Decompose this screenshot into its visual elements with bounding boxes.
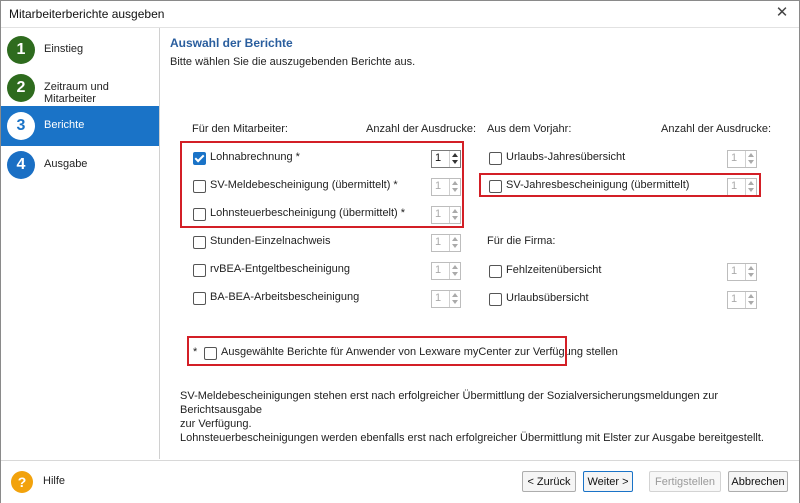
previous-year-count-heading: Anzahl der Ausdrucke: [661,123,772,135]
report-label: Urlaubsübersicht [506,292,589,304]
report-label: Stunden-Einzelnachweis [210,235,331,247]
step-zeitraum[interactable]: 2 Zeitraum und Mitarbeiter [1,68,159,108]
note-line: zur Verfügung. [180,418,252,430]
step-berichte[interactable]: 3 Berichte [1,106,159,146]
employee-count-heading: Anzahl der Ausdrucke: [366,123,477,135]
arrow-up-icon[interactable] [452,265,458,269]
step-number-badge: 3 [7,112,35,140]
ba-bea-count-stepper[interactable]: 1 [431,290,461,308]
main-content: Auswahl der Berichte Bitte wählen Sie di… [160,28,799,459]
finish-button[interactable]: Fertigstellen [649,471,721,492]
stepper-value: 1 [435,292,442,304]
report-label: rvBEA-Entgeltbescheinigung [210,263,351,275]
title-bar: Mitarbeiterberichte ausgeben ✕ [1,1,799,28]
report-fehlzeitenuebersicht[interactable]: Fehlzeitenübersicht [489,262,719,282]
report-label: BA-BEA-Arbeitsbescheinigung [210,291,360,303]
fehlzeitenuebersicht-checkbox[interactable] [489,265,502,278]
arrow-down-icon[interactable] [452,244,458,248]
stepper-value: 1 [731,152,738,164]
arrow-down-icon[interactable] [748,301,754,305]
urlaubs-jahresuebersicht-count-stepper[interactable]: 1 [727,150,757,168]
step-label: Zeitraum und Mitarbeiter [44,81,109,105]
close-icon[interactable]: ✕ [773,4,791,22]
page-subtitle: Bitte wählen Sie die auszugebenden Beric… [170,56,416,68]
stepper-value: 1 [731,293,738,305]
arrow-up-icon[interactable] [452,237,458,241]
previous-year-heading: Aus dem Vorjahr: [487,123,572,135]
arrow-down-icon[interactable] [748,160,754,164]
ba-bea-checkbox[interactable] [193,292,206,305]
info-notes: SV-Meldebescheinigungen stehen erst nach… [180,389,780,445]
step-label: Einstieg [44,43,84,55]
report-label: Fehlzeitenübersicht [506,264,602,276]
firm-section-heading: Für die Firma: [487,235,556,247]
fehlzeitenuebersicht-count-stepper[interactable]: 1 [727,263,757,281]
step-label: Berichte [44,119,85,131]
urlaubsuebersicht-count-stepper[interactable]: 1 [727,291,757,309]
dialog-window: Mitarbeiterberichte ausgeben ✕ 1 Einstie… [0,0,800,503]
highlight-frame-mycenter [187,336,567,366]
cancel-button[interactable]: Abbrechen [728,471,788,492]
help-icon[interactable]: ? [11,471,33,493]
stepper-value: 1 [435,264,442,276]
arrow-up-icon[interactable] [748,266,754,270]
wizard-steps: 1 Einstieg 2 Zeitraum und Mitarbeiter 3 … [1,28,160,459]
report-rvbea[interactable]: rvBEA-Entgeltbescheinigung [193,261,433,281]
report-label: Urlaubs-Jahresübersicht [506,151,626,163]
employee-section-heading: Für den Mitarbeiter: [192,123,288,135]
page-header: Auswahl der Berichte Bitte wählen Sie di… [160,28,799,76]
stunden-einzelnachweis-count-stepper[interactable]: 1 [431,234,461,252]
dialog-footer: ? Hilfe < Zurück Weiter > Fertigstellen … [1,460,799,503]
step-number-badge: 4 [7,151,35,179]
rvbea-checkbox[interactable] [193,264,206,277]
step-ausgabe[interactable]: 4 Ausgabe [1,145,159,185]
arrow-down-icon[interactable] [748,273,754,277]
step-number-badge: 2 [7,74,35,102]
urlaubs-jahresuebersicht-checkbox[interactable] [489,152,502,165]
window-title: Mitarbeiterberichte ausgeben [9,7,165,21]
stepper-value: 1 [435,236,442,248]
report-urlaubs-jahresuebersicht[interactable]: Urlaubs-Jahresübersicht [489,149,719,169]
arrow-down-icon[interactable] [452,300,458,304]
stepper-value: 1 [731,265,738,277]
help-link[interactable]: Hilfe [43,475,65,487]
highlight-frame-sv-jahresbescheinigung [479,173,761,197]
stunden-einzelnachweis-checkbox[interactable] [193,236,206,249]
arrow-down-icon[interactable] [452,272,458,276]
arrow-up-icon[interactable] [748,294,754,298]
page-title: Auswahl der Berichte [170,36,293,50]
report-stunden-einzelnachweis[interactable]: Stunden-Einzelnachweis [193,233,433,253]
step-label: Ausgabe [44,158,88,170]
note-line: Lohnsteuerbescheinigungen werden ebenfal… [180,432,764,444]
note-line: SV-Meldebescheinigungen stehen erst nach… [180,390,719,416]
report-ba-bea[interactable]: BA-BEA-Arbeitsbescheinigung [193,289,433,309]
step-number-badge: 1 [7,36,35,64]
next-button[interactable]: Weiter > [583,471,633,492]
arrow-up-icon[interactable] [452,293,458,297]
highlight-frame-employee-reports [180,141,464,228]
back-button[interactable]: < Zurück [522,471,576,492]
urlaubsuebersicht-checkbox[interactable] [489,293,502,306]
arrow-up-icon[interactable] [748,153,754,157]
rvbea-count-stepper[interactable]: 1 [431,262,461,280]
step-einstieg[interactable]: 1 Einstieg [1,30,159,70]
report-urlaubsuebersicht[interactable]: Urlaubsübersicht [489,290,719,310]
